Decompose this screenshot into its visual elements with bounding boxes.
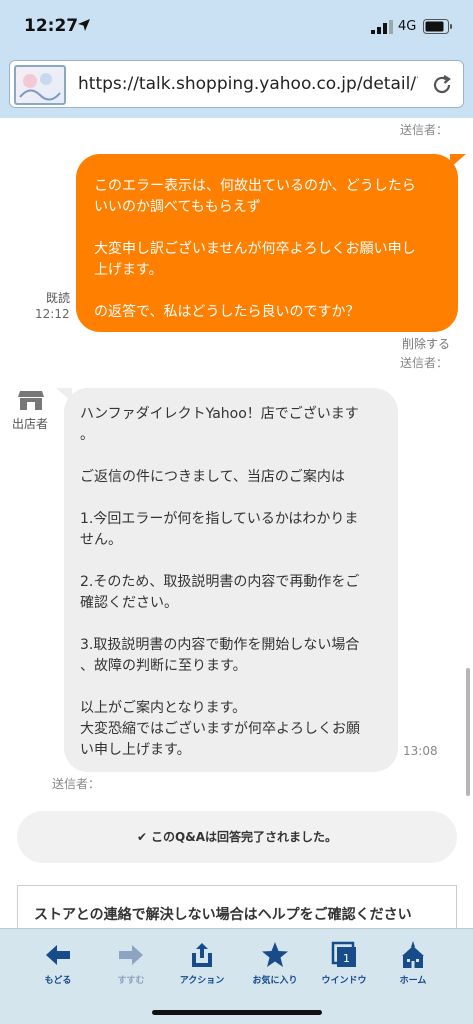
toolbar-label: アクション [179, 976, 225, 986]
status-bar: 12:27 4G [0, 0, 473, 56]
toolbar-label: すすむ [117, 976, 145, 986]
site-favicon-icon [14, 65, 66, 105]
toolbar-back-button[interactable]: もどる [26, 941, 90, 986]
status-time: 12:27 [24, 16, 79, 36]
address-bar[interactable]: https://talk.shopping.yahoo.co.jp/detail… [9, 60, 464, 108]
url-text[interactable]: https://talk.shopping.yahoo.co.jp/detail… [78, 74, 418, 94]
home-indicator[interactable] [152, 1010, 322, 1015]
check-icon: ✔ [136, 830, 148, 844]
star-icon [262, 942, 288, 967]
completed-notice-text: このQ&Aは回答完了されました。 [151, 830, 338, 844]
window-icon: 1 [331, 941, 356, 967]
user-message-line: 大変申し訳ございませんが何卒よろしくお願い申し 上げます。 [94, 241, 416, 278]
sender-label-user: 送信者： [400, 356, 449, 370]
window-count-badge: 1 [343, 952, 350, 965]
shop-message-bubble: ハンファダイレクトYahoo！店でございます 。 ご返信の件につきまして、当店の… [56, 388, 398, 772]
share-icon [192, 943, 212, 967]
toolbar-forward-button[interactable]: すすむ [99, 941, 163, 986]
delete-message-link[interactable]: 削除する [402, 335, 450, 352]
bubble-tail [450, 154, 466, 168]
bubble-tail [56, 388, 72, 402]
help-notice-text: ストアとの連絡で解決しない場合はヘルプをご確認ください [34, 907, 412, 923]
store-icon [18, 391, 44, 410]
scrollbar[interactable] [466, 668, 470, 796]
completed-notice: ✔ このQ&Aは回答完了されました。 [17, 811, 457, 863]
store-avatar-label: 出店者 [12, 417, 49, 431]
toolbar-window-button[interactable]: 1 ウインドウ [312, 941, 376, 986]
user-message-bubble: このエラー表示は、何故出ているのか、どうしたら いいのか調べてももらえず 大変申… [76, 154, 466, 332]
shop-message-line: 2.そのため、取扱説明書の内容で再動作をご 確認ください。 [80, 574, 360, 611]
user-message-time: 12:12 [35, 307, 70, 321]
home-icon [402, 941, 424, 968]
location-arrow-icon [78, 19, 90, 31]
shop-message-line: 3.取扱説明書の内容で動作を開始しない場合 、故障の判断に至ります。 [80, 637, 360, 674]
sender-label-top: 送信者： [400, 123, 449, 137]
toolbar-label: お気に入り [252, 976, 298, 986]
read-receipt: 既読 [46, 291, 71, 305]
back-arrow-icon [46, 945, 70, 965]
network-type: 4G [398, 19, 417, 34]
sender-label-shop: 送信者： [52, 777, 101, 791]
cellular-signal-icon [371, 20, 393, 34]
user-message-line: の返答で、私はどうしたら良いのですか？ [94, 304, 360, 320]
shop-message-line: ハンファダイレクトYahoo！店でございます 。 [80, 406, 359, 443]
reload-icon[interactable] [430, 73, 454, 97]
battery-icon [423, 19, 452, 34]
shop-message-line: ご返信の件につきまして、当店のご案内は [80, 469, 345, 485]
toolbar-action-button[interactable]: アクション [170, 941, 234, 986]
toolbar-home-button[interactable]: ホーム [381, 941, 445, 986]
browser-header: 12:27 4G https://talk.shopping.yahoo.co.… [0, 0, 473, 118]
toolbar-favorites-button[interactable]: お気に入り [243, 941, 307, 986]
toolbar-label: ホーム [399, 976, 427, 986]
shop-message-line: 以上がご案内となります。 大変恐縮ではございますが何卒よろしくお願 い申し上げま… [80, 700, 360, 758]
toolbar-label: ウインドウ [321, 976, 367, 986]
shop-message-line: 1.今回エラーが何を指しているかはわかりま せん。 [80, 511, 359, 548]
forward-arrow-icon [119, 945, 143, 965]
toolbar-label: もどる [44, 976, 72, 986]
shop-message-time: 13:08 [403, 744, 438, 758]
user-message-line: このエラー表示は、何故出ているのか、どうしたら いいのか調べてももらえず [94, 178, 416, 215]
